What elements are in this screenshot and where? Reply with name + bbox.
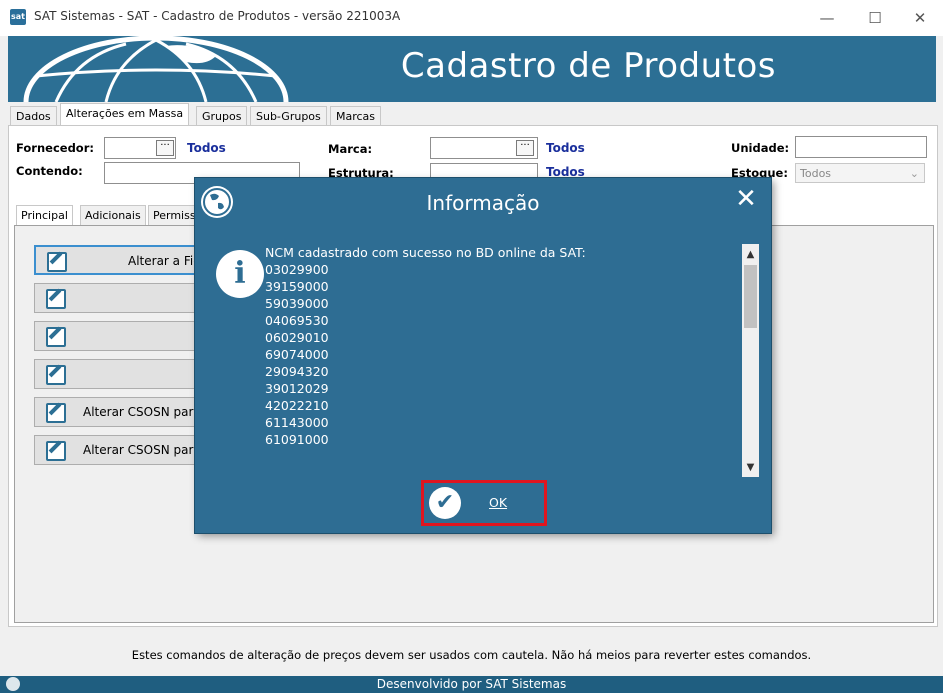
ncm-code: 61143000 xyxy=(265,415,329,430)
globe-logo-icon xyxy=(23,36,289,102)
edit-icon xyxy=(46,327,66,347)
ncm-code: 06029010 xyxy=(265,330,329,345)
marca-lookup-button[interactable]: ··· xyxy=(516,140,534,156)
fornecedor-todos: Todos xyxy=(187,141,226,155)
warning-note: Estes comandos de alteração de preços de… xyxy=(131,648,812,662)
tab-dados[interactable]: Dados xyxy=(10,106,57,126)
close-window-button[interactable]: ✕ xyxy=(897,0,943,36)
globe-icon xyxy=(6,677,20,691)
ok-label: OK xyxy=(489,495,508,510)
alterar-csosn-label-1: Alterar CSOSN para xyxy=(83,405,201,419)
message-header: NCM cadastrado com sucesso no BD online … xyxy=(265,245,586,260)
tab-alteracoes-em-massa[interactable]: Alterações em Massa xyxy=(60,103,190,126)
tab-marcas[interactable]: Marcas xyxy=(330,106,382,126)
edit-icon xyxy=(47,252,67,272)
window-title: SAT Sistemas - SAT - Cadastro de Produto… xyxy=(34,9,401,23)
ncm-code: 04069530 xyxy=(265,313,329,328)
info-icon: i xyxy=(216,250,264,298)
edit-icon xyxy=(46,289,66,309)
ncm-code: 29094320 xyxy=(265,364,329,379)
tab-sub-grupos[interactable]: Sub-Grupos xyxy=(250,106,327,126)
status-bar: Desenvolvido por SAT Sistemas xyxy=(0,676,943,693)
estoque-select[interactable]: Todos ⌄ xyxy=(795,163,925,183)
ncm-code: 39012029 xyxy=(265,381,329,396)
alterar-csosn-button-1[interactable]: Alterar CSOSN para xyxy=(34,397,214,427)
subtab-principal[interactable]: Principal xyxy=(16,205,73,226)
estrutura-todos: Todos xyxy=(546,165,585,179)
scroll-up-arrow[interactable]: ▲ xyxy=(742,246,759,263)
tab-grupos[interactable]: Grupos xyxy=(196,106,248,126)
unidade-input[interactable] xyxy=(795,136,927,158)
action-button-3[interactable] xyxy=(34,321,214,351)
header-banner: Cadastro de Produtos xyxy=(8,36,936,102)
ncm-code: 42022210 xyxy=(265,398,329,413)
message-text-area: NCM cadastrado com sucesso no BD online … xyxy=(265,244,743,479)
unidade-label: Unidade: xyxy=(731,141,790,155)
alterar-csosn-button-2[interactable]: Alterar CSOSN para xyxy=(34,435,214,465)
dialog-close-button[interactable]: ✕ xyxy=(731,184,761,214)
scroll-down-arrow[interactable]: ▼ xyxy=(742,459,759,476)
ncm-code: 39159000 xyxy=(265,279,329,294)
minimize-button[interactable]: — xyxy=(804,0,850,36)
banner-title: Cadastro de Produtos xyxy=(400,46,776,86)
ncm-code: 61091000 xyxy=(265,432,329,447)
scroll-thumb[interactable] xyxy=(744,265,757,328)
ncm-code: 69074000 xyxy=(265,347,329,362)
maximize-button[interactable]: ☐ xyxy=(852,0,898,36)
action-button-2[interactable] xyxy=(34,283,214,313)
app-icon: sat xyxy=(10,9,26,25)
edit-icon xyxy=(46,365,66,385)
contendo-label: Contendo: xyxy=(16,164,83,178)
ncm-code: 03029900 xyxy=(265,262,329,277)
ncm-code: 59039000 xyxy=(265,296,329,311)
status-bar-text: Desenvolvido por SAT Sistemas xyxy=(376,677,567,691)
estoque-select-value: Todos xyxy=(800,167,832,180)
marca-label: Marca: xyxy=(328,142,373,156)
info-dialog: Informação ✕ i NCM cadastrado com sucess… xyxy=(195,178,771,533)
fornecedor-lookup-button[interactable]: ··· xyxy=(156,140,174,156)
ok-button[interactable]: ✔ OK xyxy=(426,484,541,522)
edit-icon xyxy=(46,441,66,461)
subtab-permissoes[interactable]: Permiss xyxy=(148,205,201,226)
alterar-csosn-label-2: Alterar CSOSN para xyxy=(83,443,201,457)
dialog-title: Informação xyxy=(426,191,540,215)
edit-icon xyxy=(46,403,66,423)
marca-todos: Todos xyxy=(546,141,585,155)
fornecedor-label: Fornecedor: xyxy=(16,141,94,155)
subtab-adicionais[interactable]: Adicionais xyxy=(80,205,146,226)
alterar-figura-label: Alterar a Fig xyxy=(128,254,201,268)
action-button-4[interactable] xyxy=(34,359,214,389)
checkmark-icon: ✔ xyxy=(429,487,461,519)
alterar-figura-button[interactable]: Alterar a Fig xyxy=(34,245,214,275)
chevron-down-icon: ⌄ xyxy=(909,167,919,180)
